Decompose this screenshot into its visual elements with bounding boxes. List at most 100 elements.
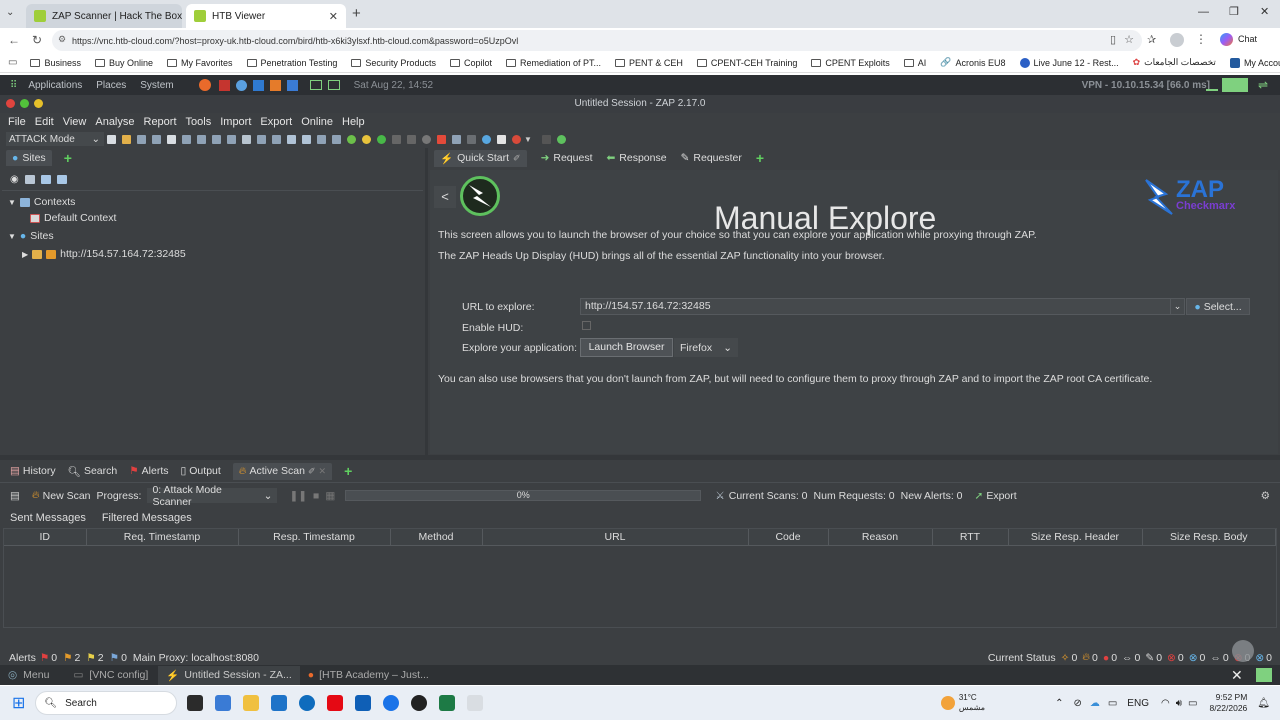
reader-icon[interactable]: ▯	[1110, 33, 1116, 46]
panel-layout-icon[interactable]	[332, 134, 341, 144]
stop-icon[interactable]: ■	[313, 490, 319, 502]
collapse-arrow-icon[interactable]: ▶	[22, 250, 28, 259]
list-icon[interactable]: ▤	[10, 490, 20, 502]
close-window-icon[interactable]: ✕	[1260, 5, 1269, 18]
store-icon[interactable]	[271, 695, 288, 711]
select-button[interactable]: ● Select...	[1186, 298, 1250, 315]
firefox-icon[interactable]	[512, 134, 521, 144]
menu-online[interactable]: Online	[296, 116, 337, 128]
file-explorer-icon[interactable]	[243, 695, 260, 711]
close-dot-icon[interactable]	[6, 99, 15, 108]
save-session-icon[interactable]	[137, 134, 146, 144]
tab-output[interactable]: ▯ Output	[180, 465, 220, 477]
netflix-icon[interactable]	[327, 695, 344, 711]
excel-icon[interactable]	[439, 695, 456, 711]
copilot-icon[interactable]	[1220, 33, 1233, 46]
chrome-icon[interactable]	[383, 695, 400, 711]
notifications-icon[interactable]: 🔔︎	[1257, 698, 1270, 709]
column-req-timestamp[interactable]: Req. Timestamp	[86, 529, 239, 546]
pin-icon[interactable]: ✐	[308, 466, 316, 477]
new-session-icon[interactable]	[107, 134, 116, 144]
weather-widget[interactable]: 31°C مشمس	[959, 693, 985, 713]
open-session-icon[interactable]	[122, 134, 131, 144]
tab-request[interactable]: ➜ Request	[541, 152, 593, 164]
tab-history[interactable]: ▤ History	[10, 465, 56, 477]
volume-icon[interactable]: 🔊︎	[1176, 698, 1182, 709]
close-icon[interactable]: ✕	[1231, 667, 1243, 684]
cancel-icon[interactable]	[437, 134, 446, 144]
vnc-task-config[interactable]: [VNC config]	[89, 669, 148, 681]
more-menu-icon[interactable]: ⋮	[1195, 32, 1207, 46]
dropdown-chevron-icon[interactable]: ▼	[524, 135, 532, 144]
new-tab-icon[interactable]: +	[352, 5, 361, 22]
tab-quick-start[interactable]: ⚡ Quick Start ✐	[434, 149, 527, 167]
terminal-launcher-icon[interactable]	[309, 80, 322, 90]
tab-search[interactable]: 🔍︎ Search	[68, 465, 118, 478]
encode-icon[interactable]	[541, 134, 551, 144]
onedrive-icon[interactable]: ☁	[1090, 698, 1100, 709]
url-to-explore-input[interactable]: http://154.57.164.72:32485 ⌄	[580, 298, 1185, 315]
add-tab-icon[interactable]: +	[64, 150, 72, 166]
gear-icon[interactable]: ⚙	[1261, 490, 1270, 502]
language-indicator[interactable]: ENG	[1127, 698, 1149, 709]
tray-icon[interactable]: ▭	[1108, 698, 1117, 709]
tree-default-context[interactable]: Default Context	[30, 212, 116, 224]
scan-policy-icon[interactable]	[452, 134, 461, 144]
maximize-dot-icon[interactable]	[20, 99, 29, 108]
tab-response[interactable]: ⬅ Response	[606, 152, 666, 164]
minimize-dot-icon[interactable]	[34, 99, 43, 108]
tray-icon[interactable]: ⊘	[1073, 698, 1081, 709]
snapshot-icon[interactable]	[152, 134, 161, 144]
tab-sites[interactable]: ● Sites	[6, 150, 52, 166]
maximize-icon[interactable]: ❐	[1229, 5, 1239, 18]
bookmark-my-favorites[interactable]: My Favorites	[160, 58, 240, 68]
menu-report[interactable]: Report	[139, 116, 181, 128]
tab-active-scan[interactable]: 🔥︎ Active Scan ✐ ✕	[232, 462, 333, 480]
break-icon[interactable]	[377, 134, 386, 144]
bookmark-cpent-ceh[interactable]: CPENT-CEH Training	[690, 58, 805, 68]
vnc-task-htb[interactable]: ● [HTB Academy – Just...	[308, 669, 429, 681]
bookmark-gartner[interactable]: My Account | Gart...	[1223, 57, 1280, 68]
apps-grid-icon[interactable]: ⠿	[0, 80, 21, 91]
menu-system[interactable]: System	[133, 80, 180, 91]
site-info-icon[interactable]: ⚙	[58, 34, 66, 45]
chat-label[interactable]: Chat	[1238, 34, 1257, 44]
minimize-icon[interactable]: —	[1198, 6, 1209, 18]
mode-select[interactable]: ATTACK Mode ⌄	[6, 132, 104, 146]
progress-select[interactable]: 0: Attack Mode Scanner ⌄	[147, 484, 278, 508]
bookmark-copilot[interactable]: Copilot	[443, 58, 499, 68]
menu-analyse[interactable]: Analyse	[90, 116, 138, 128]
windows-start-icon[interactable]: ⊞	[12, 693, 25, 713]
menu-tools[interactable]: Tools	[181, 116, 216, 128]
column-url[interactable]: URL	[482, 529, 749, 546]
target-icon[interactable]: ◉	[10, 174, 19, 185]
close-tab-icon[interactable]: ✕	[319, 466, 327, 477]
add-tab-icon[interactable]: +	[344, 463, 352, 479]
panel-layout-icon[interactable]	[302, 134, 311, 144]
scroll-floating-button[interactable]	[1232, 640, 1254, 662]
app-icon[interactable]	[215, 695, 232, 711]
battery-icon[interactable]: ▭	[1188, 698, 1197, 709]
apps-icon[interactable]: ▭	[0, 57, 23, 68]
bookmark-buy-online[interactable]: Buy Online	[88, 58, 160, 68]
browser-select[interactable]: Firefox ⌄	[674, 338, 738, 357]
column-size-resp-header[interactable]: Size Resp. Header	[1008, 529, 1143, 546]
menu-export[interactable]: Export	[255, 116, 296, 128]
chevron-down-icon[interactable]: ⌄	[1170, 299, 1184, 314]
show-links-icon[interactable]	[24, 174, 35, 184]
favorites-icon[interactable]: ✰	[1147, 33, 1156, 46]
bookmark-business[interactable]: Business	[23, 58, 88, 68]
menu-icon[interactable]: ◎	[8, 669, 17, 681]
bookmark-ai[interactable]: AI	[897, 58, 934, 68]
hud-icon[interactable]	[362, 134, 371, 144]
options-icon[interactable]: ▦	[325, 490, 335, 502]
column-method[interactable]: Method	[390, 529, 483, 546]
app-launcher-icon[interactable]	[218, 79, 230, 91]
profile-avatar[interactable]	[1170, 33, 1184, 47]
clock[interactable]: 9:52 PM 8/22/2026	[1209, 692, 1247, 714]
browser-tab-htb-viewer[interactable]: HTB Viewer ✕	[186, 4, 346, 28]
bookmark-cpent-exploits[interactable]: CPENT Exploits	[804, 58, 896, 68]
address-bar[interactable]: ⚙ https://vnc.htb-cloud.com/?host=proxy-…	[52, 30, 1142, 51]
properties-icon[interactable]	[167, 134, 176, 144]
tab-sent-messages[interactable]: Sent Messages	[10, 512, 86, 524]
